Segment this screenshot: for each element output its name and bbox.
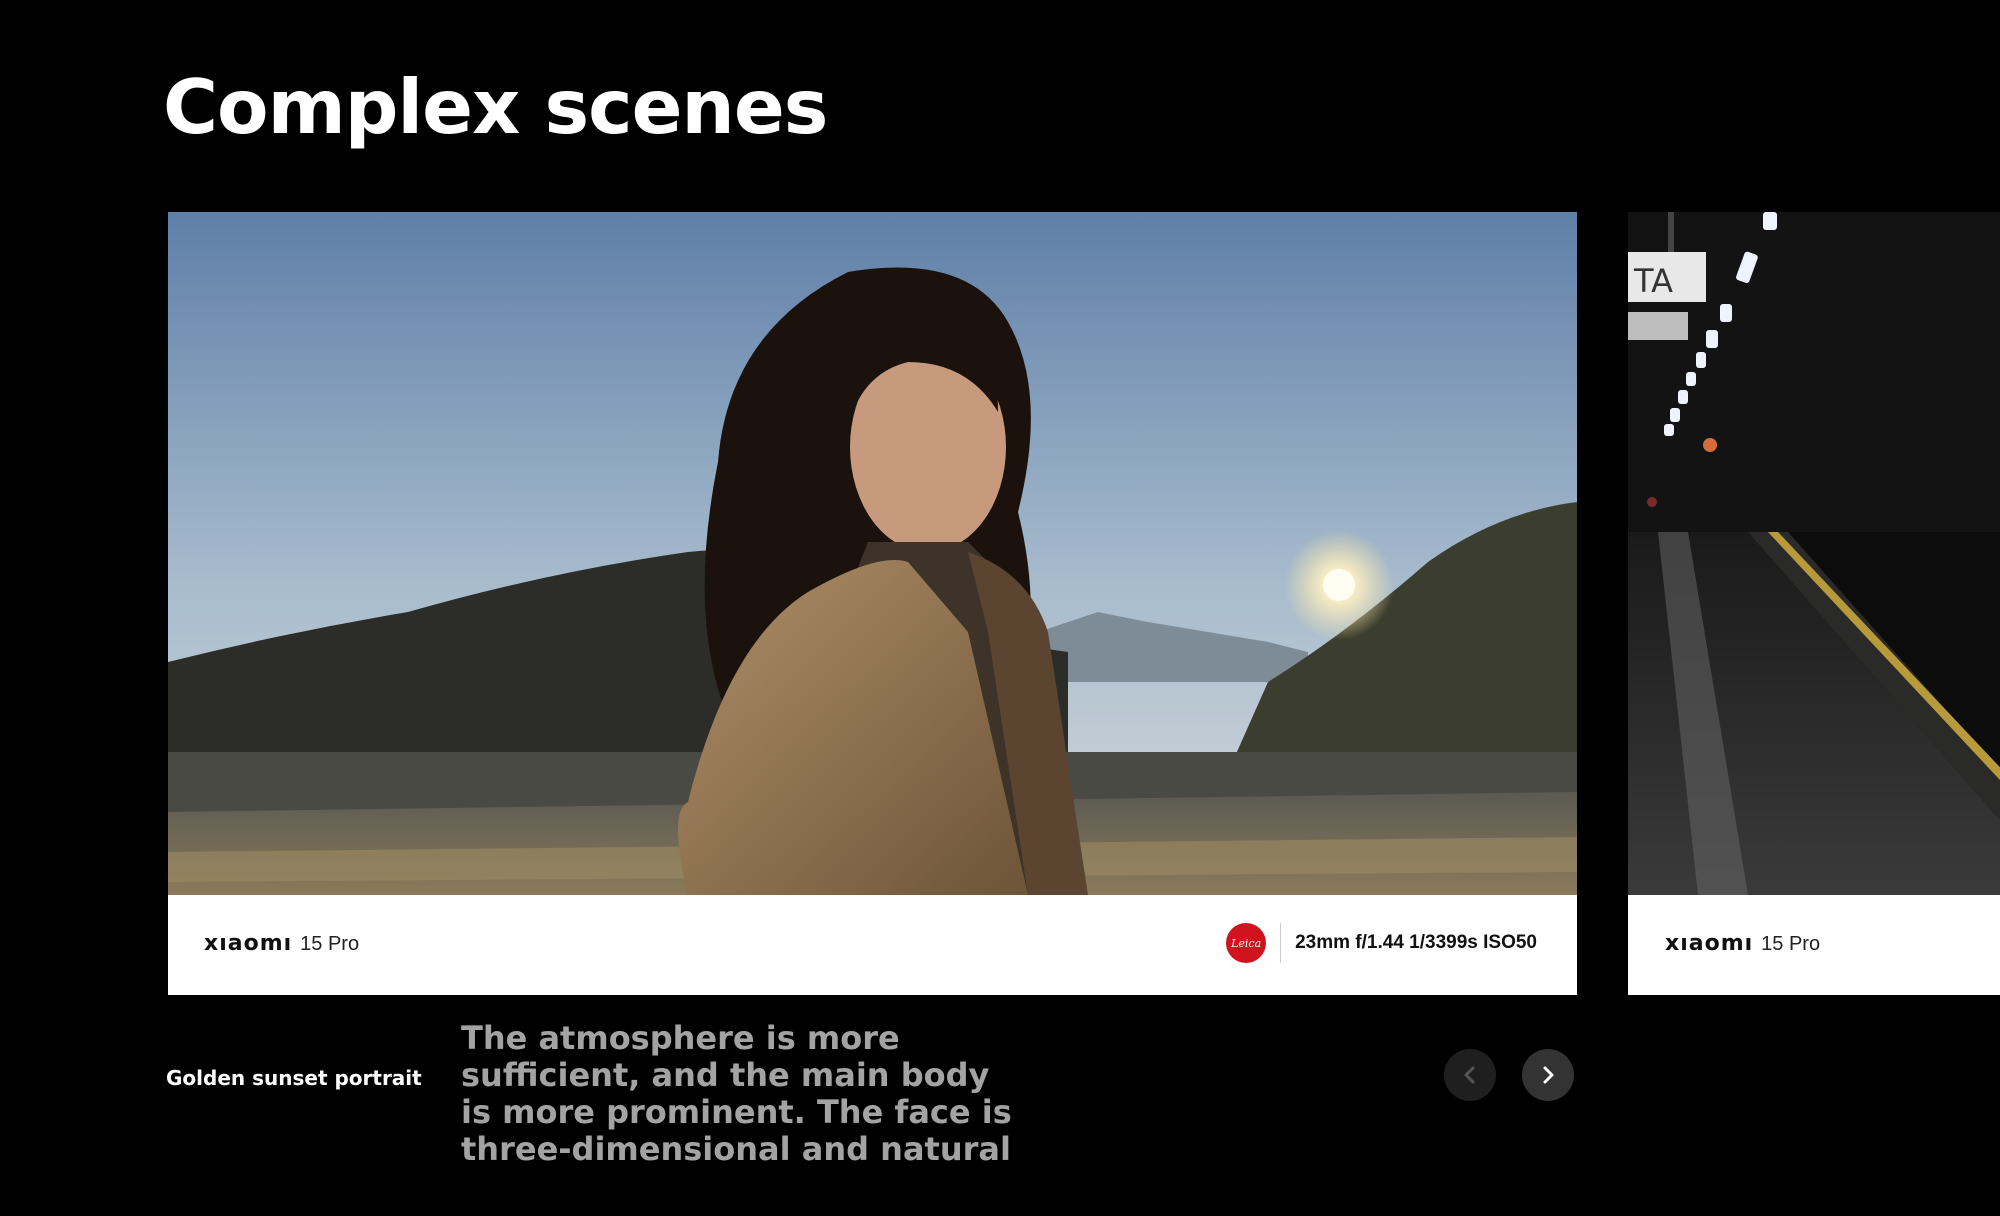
slide-description: The atmosphere is more sufficient, and t… — [461, 1019, 1012, 1168]
chevron-right-icon — [1543, 1066, 1554, 1084]
photo-card-next[interactable]: TA xıaomı 15 Pro — [1628, 212, 2000, 995]
chevron-left-icon — [1464, 1066, 1475, 1084]
brand-model-next: 15 Pro — [1761, 933, 1821, 955]
brand-label-next: xıaomı 15 Pro — [1665, 931, 1820, 956]
exif-settings: 23mm f/1.44 1/3399s ISO50 — [1295, 932, 1537, 953]
subway-photo: TA — [1628, 212, 2000, 895]
svg-text:TA: TA — [1633, 262, 1673, 300]
carousel-next-button[interactable] — [1522, 1049, 1574, 1101]
photo-info-bar-next: xıaomı 15 Pro — [1628, 895, 2000, 995]
photo-info-bar: xıaomı 15 Pro Leica 23mm f/1.44 1/3399s … — [168, 895, 1577, 995]
section-title: Complex scenes — [163, 63, 828, 151]
brand-name-next: xıaomı — [1665, 931, 1754, 956]
slide-caption: Golden sunset portrait — [166, 1066, 422, 1090]
brand-name: xıaomı — [204, 931, 293, 956]
exif-divider — [1280, 923, 1282, 963]
portrait-photo — [168, 212, 1577, 895]
leica-logo-icon: Leica — [1226, 923, 1267, 963]
carousel-prev-button[interactable] — [1444, 1049, 1496, 1101]
brand-model: 15 Pro — [300, 933, 360, 955]
photo-card-active[interactable]: xıaomı 15 Pro Leica 23mm f/1.44 1/3399s … — [168, 212, 1577, 995]
exif-info: Leica 23mm f/1.44 1/3399s ISO50 — [1226, 923, 1537, 963]
brand-label: xıaomı 15 Pro — [204, 931, 359, 956]
